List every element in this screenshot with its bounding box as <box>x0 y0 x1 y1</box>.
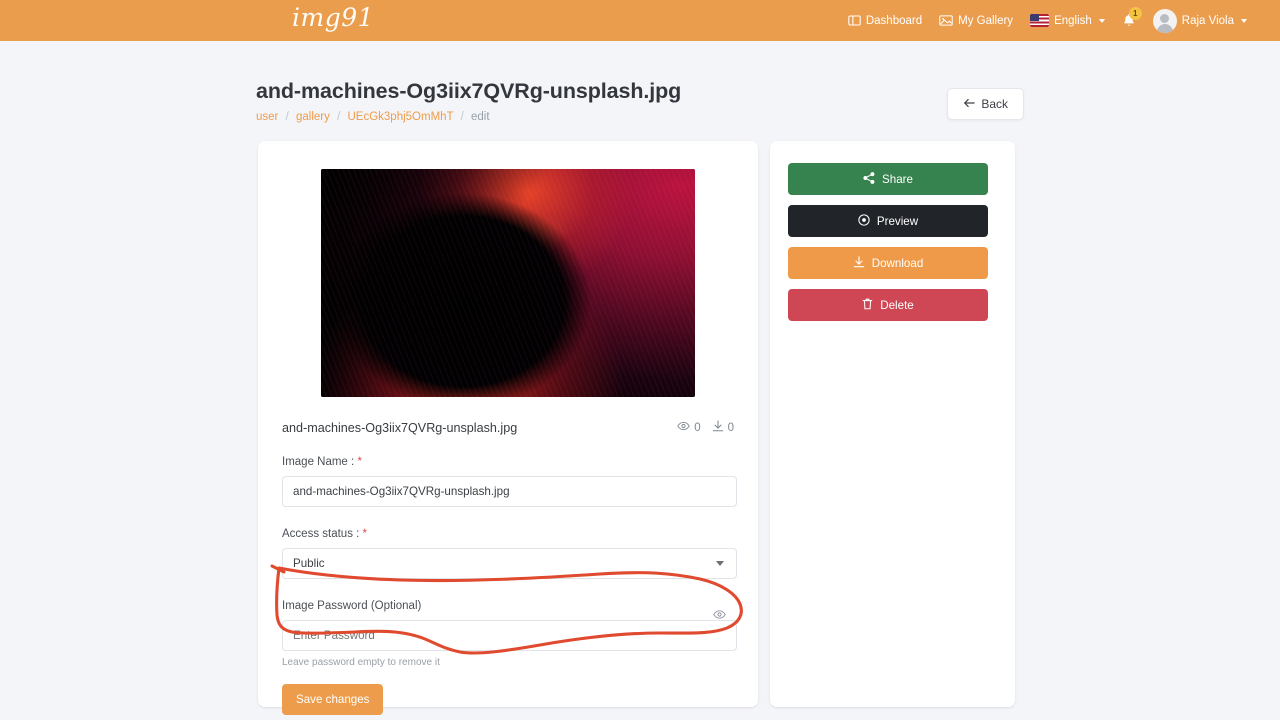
delete-button[interactable]: Delete <box>788 289 988 321</box>
download-count-value: 0 <box>727 421 734 434</box>
access-status-field-group: Access status : * Public <box>280 528 737 579</box>
breadcrumb-separator: / <box>337 111 341 123</box>
chevron-down-icon <box>716 561 724 566</box>
user-menu[interactable]: Raja Viola <box>1152 8 1247 33</box>
password-input[interactable] <box>282 620 737 651</box>
access-status-label-text: Access status : <box>282 528 360 540</box>
delete-button-label: Delete <box>880 298 914 312</box>
notification-count-badge: 1 <box>1128 7 1142 20</box>
notifications-button[interactable]: 1 <box>1122 7 1142 28</box>
brand-logo[interactable]: img91 <box>292 3 374 32</box>
download-button[interactable]: Download <box>788 247 988 279</box>
file-info-row: and-machines-Og3iix7QVRg-unsplash.jpg 0 <box>280 420 736 435</box>
download-button-label: Download <box>871 256 924 270</box>
image-stats: 0 0 <box>677 420 734 435</box>
page-header-text: and-machines-Og3iix7QVRg-unsplash.jpg us… <box>256 79 681 123</box>
share-button-label: Share <box>882 172 913 186</box>
us-flag-icon <box>1030 14 1050 27</box>
breadcrumb-item-user[interactable]: user <box>256 111 278 123</box>
download-count: 0 <box>712 420 734 435</box>
image-edit-card: and-machines-Og3iix7QVRg-unsplash.jpg 0 <box>258 141 758 715</box>
breadcrumb-separator: / <box>285 111 289 123</box>
image-name-input[interactable] <box>282 476 737 507</box>
trash-icon <box>862 298 873 313</box>
breadcrumb: user / gallery / UEcGk3phj5OmMhT / edit <box>256 111 681 123</box>
file-name-label: and-machines-Og3iix7QVRg-unsplash.jpg <box>282 420 518 435</box>
save-changes-button[interactable]: Save changes <box>282 684 384 715</box>
avatar-icon <box>1152 8 1177 33</box>
image-name-label: Image Name : * <box>282 456 734 468</box>
gallery-icon <box>939 14 953 27</box>
password-visibility-toggle-icon[interactable] <box>713 607 726 625</box>
download-icon <box>853 255 865 271</box>
download-icon <box>712 420 724 435</box>
view-count: 0 <box>677 421 701 434</box>
image-preview[interactable] <box>321 169 695 397</box>
image-name-label-text: Image Name : <box>282 456 355 468</box>
password-label: Image Password (Optional) <box>282 600 422 612</box>
breadcrumb-item-id[interactable]: UEcGk3phj5OmMhT <box>347 111 453 123</box>
back-button[interactable]: Back <box>947 88 1024 120</box>
eye-icon <box>858 213 870 229</box>
access-status-label: Access status : * <box>282 528 734 540</box>
share-button[interactable]: Share <box>788 163 988 195</box>
user-name-label: Raja Viola <box>1181 14 1234 27</box>
access-status-value: Public <box>293 557 325 570</box>
preview-button-label: Preview <box>876 214 919 228</box>
content-area: and-machines-Og3iix7QVRg-unsplash.jpg 0 <box>258 141 1024 715</box>
nav-dashboard-label: Dashboard <box>865 14 923 27</box>
back-button-label: Back <box>981 97 1008 111</box>
arrow-left-icon <box>963 97 976 111</box>
required-asterisk: * <box>357 456 362 468</box>
nav-gallery-label: My Gallery <box>958 14 1014 27</box>
nav-dashboard[interactable]: Dashboard <box>848 14 922 27</box>
password-helper-text: Leave password empty to remove it <box>282 657 440 668</box>
breadcrumb-item-gallery[interactable]: gallery <box>296 111 330 123</box>
required-asterisk: * <box>362 528 368 540</box>
navbar-right-group: Dashboard My Gallery English 1 Raja Viol… <box>848 7 1260 33</box>
breadcrumb-item-edit: edit <box>470 111 490 123</box>
breadcrumb-separator: / <box>460 111 464 123</box>
access-status-select[interactable]: Public <box>282 548 737 579</box>
language-selector[interactable]: English <box>1030 14 1105 27</box>
page-header: and-machines-Og3iix7QVRg-unsplash.jpg us… <box>256 79 1024 123</box>
image-name-field-group: Image Name : * <box>280 456 737 507</box>
share-nodes-icon <box>863 171 875 187</box>
chevron-down-icon <box>1241 18 1247 23</box>
nav-my-gallery[interactable]: My Gallery <box>939 14 1013 27</box>
dashboard-icon <box>848 14 861 27</box>
view-count-value: 0 <box>694 421 701 434</box>
chevron-down-icon <box>1098 18 1105 23</box>
eye-icon <box>677 421 690 434</box>
language-label: English <box>1054 14 1092 27</box>
password-field-group: Image Password (Optional) Leave password… <box>280 600 737 668</box>
top-navbar: img91 Dashboard My Gallery English 1 Raj… <box>0 0 1280 41</box>
preview-button[interactable]: Preview <box>788 205 988 237</box>
page-title: and-machines-Og3iix7QVRg-unsplash.jpg <box>256 79 682 103</box>
actions-card: Share Preview Download Delete <box>770 141 1015 707</box>
